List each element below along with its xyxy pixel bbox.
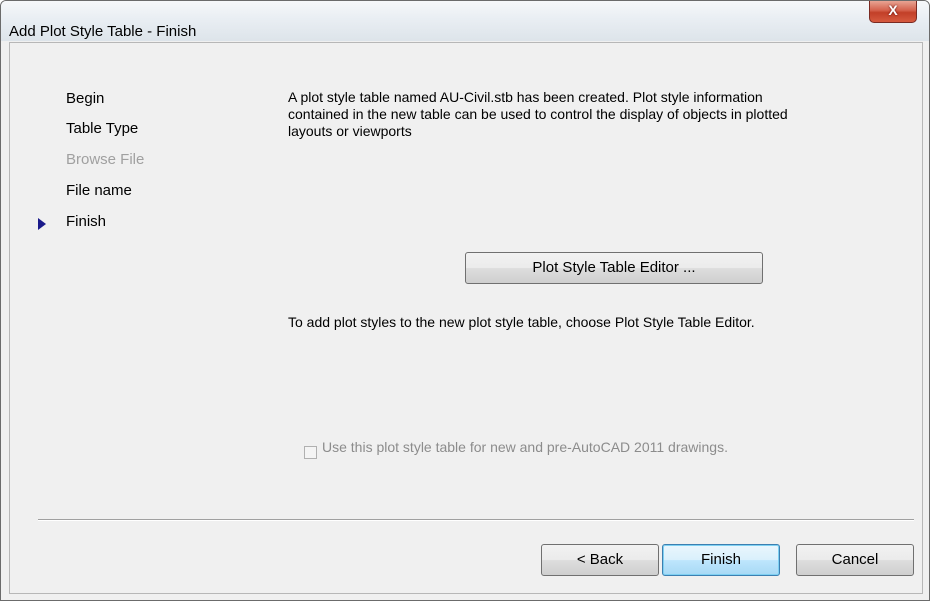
nav-item-table-type: Table Type [66,120,139,137]
dialog-window: Add Plot Style Table - Finish X Begin Ta… [0,0,930,601]
window-title: Add Plot Style Table - Finish [9,23,197,40]
created-message: A plot style table named AU-Civil.stb ha… [288,89,788,139]
use-table-checkbox-label: Use this plot style table for new and pr… [322,439,728,455]
nav-item-begin: Begin [66,90,105,107]
instruction-text: To add plot styles to the new plot style… [288,314,755,330]
use-table-checkbox[interactable] [304,446,317,459]
cancel-button[interactable]: Cancel [796,544,914,576]
title-bar: Add Plot Style Table - Finish X [1,1,929,41]
plot-style-table-editor-button[interactable]: Plot Style Table Editor ... [465,252,763,284]
dialog-body: Begin Table Type Browse File File name F… [9,42,923,594]
back-button[interactable]: < Back [541,544,659,576]
nav-item-browse-file: Browse File [66,151,145,168]
nav-item-file-name: File name [66,182,132,199]
nav-item-finish: Finish [66,213,107,230]
close-button[interactable]: X [869,1,917,23]
finish-button[interactable]: Finish [662,544,780,576]
footer-separator [38,519,914,521]
close-icon: X [888,2,898,18]
current-step-arrow-icon [38,218,46,230]
